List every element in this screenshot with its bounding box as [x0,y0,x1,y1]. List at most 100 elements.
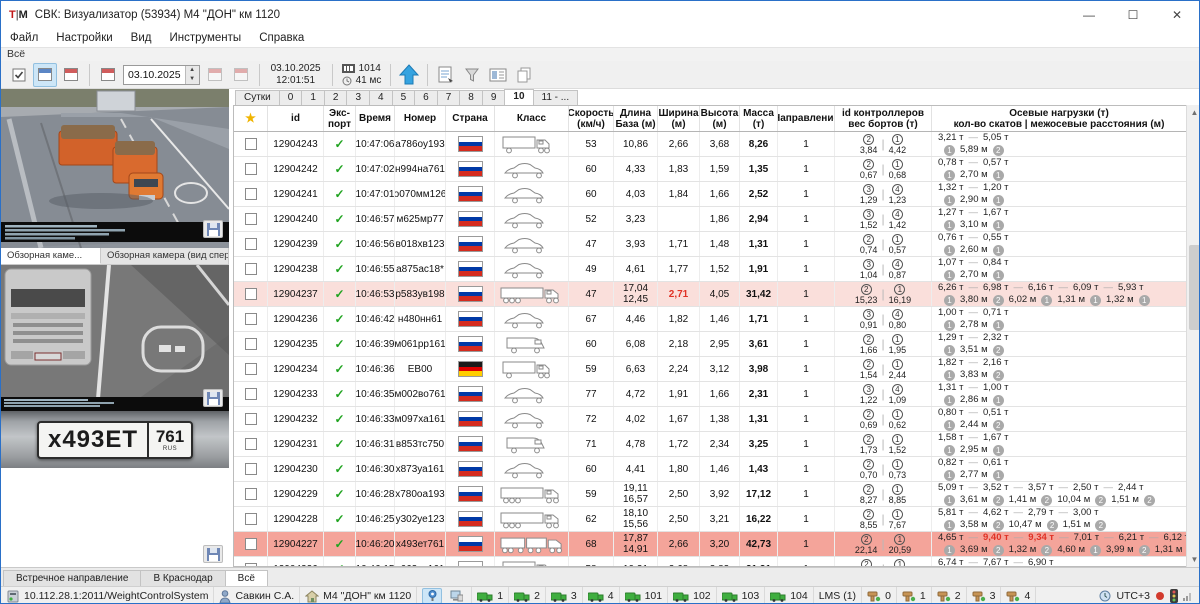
table-row[interactable]: 12904226✓10:46:15у663сн1615810,312,683,8… [234,557,1186,567]
day-tab-8[interactable]: 8 [459,90,483,105]
cell-select[interactable] [234,507,268,531]
cell-select[interactable] [234,432,268,456]
day-tab-2[interactable]: 2 [324,90,348,105]
row-checkbox[interactable] [245,188,257,200]
table-row[interactable]: 12904229✓10:46:28х780оа1935919,1116,572,… [234,482,1186,507]
webcam-toggle-button[interactable] [422,588,442,604]
cell-select[interactable] [234,357,268,381]
header-mass[interactable]: Масса(т) [740,106,778,131]
day-tab-7[interactable]: 7 [437,90,461,105]
table-row[interactable]: 12904232✓10:46:33м097ха161724,021,671,38… [234,407,1186,432]
row-checkbox[interactable] [245,463,257,475]
day-tab-4[interactable]: 4 [369,90,393,105]
today-button[interactable] [229,63,253,87]
header-axle-loads[interactable]: Осевые нагрузки (т)кол-во скатов | межос… [932,106,1186,131]
table-row[interactable]: 12904238✓10:46:55а875ас18*494,611,771,52… [234,257,1186,282]
scroll-up-icon[interactable]: ▲ [1187,105,1200,120]
table-row[interactable]: 12904236✓10:46:42н480нн61674,461,821,461… [234,307,1186,332]
table-row[interactable]: 12904230✓10:46:30х873уа161604,411,801,46… [234,457,1186,482]
table-row[interactable]: 12904228✓10:46:25у302уе1236218,1015,562,… [234,507,1186,532]
row-checkbox[interactable] [245,488,257,500]
table-row[interactable]: 12904227✓10:46:20х493ет7616817,8714,912,… [234,532,1186,557]
select-all-checkbox[interactable] [7,63,31,87]
upload-button[interactable] [396,63,422,87]
row-checkbox[interactable] [245,338,257,350]
camera-tab-overview[interactable]: Обзорная каме... [1,248,101,264]
day-tab-Сутки[interactable]: Сутки [235,90,280,105]
table-row[interactable]: 12904241✓10:47:01о070мм126604,031,841,66… [234,182,1186,207]
card-view-button[interactable] [486,63,510,87]
spin-up-icon[interactable]: ▲ [186,66,199,75]
minimize-button[interactable]: — [1067,1,1111,29]
cell-select[interactable] [234,157,268,181]
day-tab-9[interactable]: 9 [482,90,506,105]
row-checkbox[interactable] [245,313,257,325]
header-width[interactable]: Ширина(м) [658,106,700,131]
menu-tools[interactable]: Инструменты [160,32,250,44]
row-checkbox[interactable] [245,413,257,425]
row-checkbox[interactable] [245,363,257,375]
menu-help[interactable]: Справка [250,32,313,44]
copy-button[interactable] [512,63,536,87]
header-plate[interactable]: Номер [395,106,446,131]
report-button[interactable] [434,63,458,87]
row-checkbox[interactable] [245,538,257,550]
cell-select[interactable] [234,532,268,556]
header-country[interactable]: Страна [446,106,495,131]
cell-select[interactable] [234,332,268,356]
day-tab-5[interactable]: 5 [392,90,416,105]
row-checkbox[interactable] [245,513,257,525]
camera-tab-front[interactable]: Обзорная камера (вид спереди; ... [101,248,229,264]
direction-tab[interactable]: Всё [225,570,268,586]
day-tab-10[interactable]: 10 [504,89,533,105]
maximize-button[interactable]: ☐ [1111,1,1155,29]
period-view-button[interactable] [59,63,83,87]
direction-tab[interactable]: Встречное направление [3,570,141,586]
cell-select[interactable] [234,482,268,506]
cell-select[interactable] [234,132,268,156]
table-row[interactable]: 12904240✓10:46:57м625мр77523,231,862,941… [234,207,1186,232]
row-checkbox[interactable] [245,138,257,150]
menu-settings[interactable]: Настройки [47,32,121,44]
header-length[interactable]: ДлинаБаза (м) [614,106,658,131]
table-row[interactable]: 12904231✓10:46:31в853тс750714,781,722,34… [234,432,1186,457]
spin-down-icon[interactable]: ▼ [186,75,199,84]
table-row[interactable]: 12904237✓10:46:53р583ув1984717,0412,452,… [234,282,1186,307]
header-time[interactable]: Время [356,106,395,131]
cell-select[interactable] [234,182,268,206]
cell-select[interactable] [234,407,268,431]
day-tab-3[interactable]: 3 [346,90,370,105]
cell-select[interactable] [234,232,268,256]
goto-date-button[interactable] [96,63,120,87]
header-id[interactable]: id [268,106,324,131]
save-plate-image-button[interactable] [203,545,223,563]
menu-view[interactable]: Вид [122,32,161,44]
filter-button[interactable] [460,63,484,87]
date-spinner[interactable]: ▲▼ [185,66,199,84]
day-view-button[interactable] [33,63,57,87]
header-height[interactable]: Высота(м) [700,106,740,131]
cell-select[interactable] [234,557,268,567]
header-direction[interactable]: Направление [778,106,835,131]
save-front-image-button[interactable] [203,389,223,407]
table-row[interactable]: 12904243✓10:47:06а786оу1935310,862,663,6… [234,132,1186,157]
header-controllers[interactable]: id контроллероввес бортов (т) [835,106,932,131]
monitor-button[interactable] [446,588,466,604]
cell-select[interactable] [234,207,268,231]
close-button[interactable]: ✕ [1155,1,1199,29]
row-checkbox[interactable] [245,388,257,400]
header-export[interactable]: Экс-порт [324,106,356,131]
header-star[interactable]: ★ [234,106,268,131]
row-checkbox[interactable] [245,263,257,275]
direction-tab[interactable]: В Краснодар [140,570,225,586]
table-row[interactable]: 12904235✓10:46:39м061рр161606,082,182,95… [234,332,1186,357]
table-row[interactable]: 12904242✓10:47:02н994на761604,331,831,59… [234,157,1186,182]
cell-select[interactable] [234,457,268,481]
day-tab-0[interactable]: 0 [279,90,303,105]
scroll-down-icon[interactable]: ▼ [1187,552,1200,567]
day-tab-6[interactable]: 6 [414,90,438,105]
row-checkbox[interactable] [245,213,257,225]
cell-select[interactable] [234,282,268,306]
day-tab-1[interactable]: 1 [301,90,325,105]
cell-select[interactable] [234,257,268,281]
